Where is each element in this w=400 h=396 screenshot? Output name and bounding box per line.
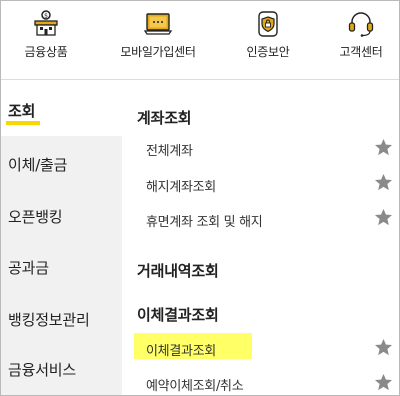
section-title-transaction-history[interactable]: 거래내역조회 (137, 260, 219, 281)
star-icon[interactable] (374, 173, 393, 192)
nav-label: 모바일가입센터 (120, 45, 196, 59)
svg-text:$: $ (44, 13, 48, 20)
nav-label: 고객센터 (339, 45, 383, 59)
menu-item-dormant-accounts[interactable]: 휴면계좌 조회 및 해지 (146, 211, 263, 230)
sidebar-item-open-banking[interactable]: 오픈뱅킹 (8, 206, 63, 227)
sidebar-item-inquiry[interactable]: 조회 (8, 100, 35, 121)
star-icon[interactable] (374, 138, 393, 157)
laptop-icon (143, 13, 173, 35)
sidebar-item-utility-bills[interactable]: 공과금 (8, 257, 49, 278)
active-underline (6, 121, 40, 125)
star-icon[interactable] (374, 208, 393, 227)
submenu-panel: 계좌조회 전체계좌 해지계좌조회 휴면계좌 조회 및 해지 거래내역조회 이체결… (122, 80, 399, 395)
menu-item-all-accounts[interactable]: 전체계좌 (146, 140, 193, 159)
shield-icon (258, 11, 278, 37)
sidebar: 조회 이체/출금 오픈뱅킹 공과금 뱅킹정보관리 금융서비스 (1, 80, 122, 395)
top-nav: $ 금융상품 모바일가입센터 인증보안 고객센터 (1, 1, 399, 79)
nav-financial-products[interactable]: $ 금융상품 (13, 1, 79, 79)
bank-icon: $ (34, 10, 58, 36)
menu-item-closed-accounts[interactable]: 해지계좌조회 (146, 176, 216, 195)
headset-icon (348, 12, 374, 37)
app-window: $ 금융상품 모바일가입센터 인증보안 고객센터 조회 이체/출금 오픈뱅킹 공… (0, 0, 400, 396)
star-icon[interactable] (374, 373, 393, 392)
menu-item-transfer-results[interactable]: 이체결과조회 (146, 340, 216, 359)
star-icon[interactable] (374, 338, 393, 357)
nav-customer-center[interactable]: 고객센터 (328, 1, 394, 79)
nav-mobile-signup-center[interactable]: 모바일가입센터 (108, 1, 208, 79)
nav-authentication-security[interactable]: 인증보안 (229, 1, 307, 79)
section-title-transfer-results: 이체결과조회 (137, 306, 219, 324)
menu-item-scheduled-transfers[interactable]: 예약이체조회/취소 (146, 375, 244, 394)
nav-label: 인증보안 (246, 45, 290, 59)
sidebar-item-banking-info[interactable]: 뱅킹정보관리 (8, 309, 90, 330)
sidebar-item-financial-services[interactable]: 금융서비스 (8, 359, 76, 380)
sidebar-item-transfer[interactable]: 이체/출금 (8, 154, 67, 175)
section-title-account-inquiry: 계좌조회 (137, 109, 192, 127)
nav-label: 금융상품 (24, 45, 68, 59)
